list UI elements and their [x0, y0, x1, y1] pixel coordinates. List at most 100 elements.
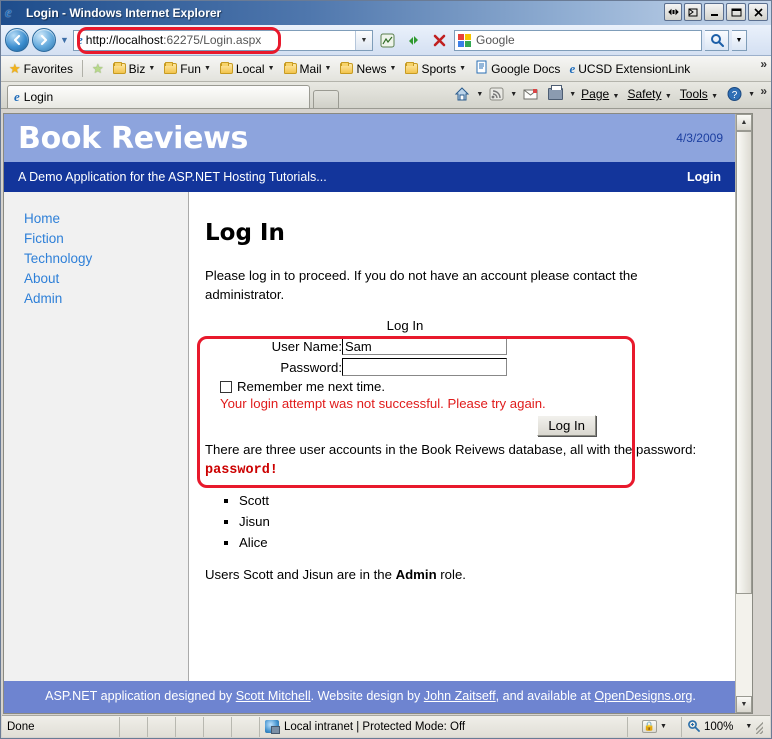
scroll-down-icon[interactable]: ▼ [736, 696, 752, 713]
ie-icon: e [14, 89, 20, 104]
print-dropdown-icon[interactable]: ▼ [569, 91, 576, 98]
ie-icon: e [569, 60, 576, 76]
footer-link-scott-mitchell[interactable]: Scott Mitchell [236, 689, 311, 703]
favorite-item-local[interactable]: Local ▼ [216, 60, 279, 78]
scrollbar-track[interactable] [736, 131, 752, 696]
forward-button[interactable] [32, 28, 56, 52]
username-row: User Name: [208, 337, 602, 355]
favorite-item-mail[interactable]: Mail ▼ [280, 60, 336, 78]
chevron-down-icon: ▼ [324, 65, 332, 72]
favorites-button[interactable]: ★ Favorites [5, 60, 77, 78]
tab-login[interactable]: e Login [7, 85, 310, 108]
page-favicon: e [77, 32, 83, 47]
mail-icon[interactable] [519, 83, 542, 105]
compatibility-view-icon[interactable] [376, 29, 399, 51]
safety-menu-button[interactable]: Safety ▼ [624, 86, 674, 102]
help-icon[interactable]: ? [723, 83, 746, 105]
feeds-icon[interactable] [485, 83, 508, 105]
favorite-item-ucsd-extensionlink[interactable]: e UCSD ExtensionLink [565, 59, 694, 79]
login-form-legend: Log In [386, 318, 424, 333]
address-dropdown-icon[interactable]: ▼ [355, 30, 372, 50]
address-bar: ▼ e http://localhost:62275/Login.aspx ▼ … [1, 25, 771, 56]
footer-link-john-zaitseff[interactable]: John Zaitseff [424, 689, 496, 703]
username-input[interactable] [342, 337, 507, 355]
close-button[interactable] [748, 3, 768, 21]
password-input[interactable] [342, 358, 507, 376]
tools-menu-button[interactable]: Tools ▼ [677, 86, 721, 102]
search-provider-dropdown-icon[interactable]: ▼ [732, 29, 747, 51]
search-input[interactable]: Google [454, 29, 702, 51]
back-button[interactable] [5, 28, 29, 52]
home-dropdown-icon[interactable]: ▼ [476, 91, 483, 98]
status-slot-4 [204, 716, 232, 737]
restore-down-icon[interactable] [664, 3, 682, 21]
protected-mode-indicator[interactable]: 🔒 ▼ [628, 716, 682, 737]
zoom-dropdown-icon[interactable]: ▼ [745, 723, 752, 730]
favorite-item-news[interactable]: News ▼ [336, 60, 400, 78]
scroll-up-icon[interactable]: ▲ [736, 114, 752, 131]
zoom-control[interactable]: 100% ▼ [682, 717, 770, 737]
search-placeholder: Google [476, 33, 515, 47]
gdocs-icon [475, 60, 488, 77]
window-controls [664, 3, 768, 21]
new-tab-button[interactable] [313, 90, 339, 108]
sidebar-item-admin[interactable]: Admin [24, 289, 188, 309]
login-error-message: Your login attempt was not successful. P… [220, 396, 546, 411]
toolbar-divider [82, 60, 84, 77]
footer-link-opendesigns[interactable]: OpenDesigns.org [594, 689, 692, 703]
sidebar-item-home[interactable]: Home [24, 209, 188, 229]
site-navbar: A Demo Application for the ASP.NET Hosti… [4, 162, 735, 192]
demo-password: password! [205, 463, 278, 478]
tab-label: Login [23, 90, 54, 104]
favorite-label: News [356, 61, 387, 76]
print-icon[interactable] [544, 83, 567, 105]
header-login-link[interactable]: Login [687, 170, 721, 184]
add-to-favorites-bar-button[interactable]: ★ [88, 60, 108, 77]
page-scrollbar[interactable]: ▲ ▼ [735, 114, 752, 713]
sidebar-item-about[interactable]: About [24, 269, 188, 289]
password-label: Password: [280, 359, 342, 375]
sidebar-item-fiction[interactable]: Fiction [24, 229, 188, 249]
minimize-button[interactable] [704, 3, 724, 21]
login-form: Log In User Name: Password: Remember me … [208, 318, 602, 436]
favorite-label: Fun [180, 61, 201, 76]
address-input[interactable]: e http://localhost:62275/Login.aspx ▼ [73, 29, 373, 51]
history-dropdown-icon[interactable]: ▼ [59, 35, 70, 45]
help-dropdown-icon[interactable]: ▼ [748, 91, 755, 98]
favorite-item-sports[interactable]: Sports ▼ [401, 60, 470, 78]
command-bar-overflow-icon[interactable]: » [760, 84, 767, 98]
refresh-icon[interactable] [402, 29, 425, 51]
full-screen-icon[interactable] [684, 3, 702, 21]
roles-text-after: role. [436, 567, 466, 582]
stop-icon[interactable] [428, 29, 451, 51]
lock-icon: 🔒 [642, 720, 658, 733]
login-submit-button[interactable]: Log In [537, 415, 596, 436]
security-zone[interactable]: Local intranet | Protected Mode: Off [260, 716, 628, 737]
sidebar: Home Fiction Technology About Admin [4, 192, 189, 681]
svg-text:?: ? [732, 90, 738, 101]
page-menu-button[interactable]: Page ▼ [578, 86, 622, 102]
add-star-icon: ★ [92, 61, 104, 76]
scrollbar-thumb[interactable] [736, 131, 752, 595]
roles-role-name: Admin [395, 567, 437, 582]
remember-me-checkbox[interactable] [220, 380, 232, 393]
resize-grip[interactable] [756, 719, 763, 734]
maximize-button[interactable] [726, 3, 746, 21]
remember-me-row[interactable]: Remember me next time. [220, 379, 602, 394]
chevron-down-icon: ▼ [148, 65, 156, 72]
content-heading: Log In [205, 220, 285, 246]
site-body: Home Fiction Technology About Admin Log … [4, 192, 735, 681]
favorite-item-google-docs[interactable]: Google Docs [471, 58, 564, 79]
home-icon[interactable] [451, 83, 474, 105]
chevron-down-icon[interactable]: ▼ [660, 723, 667, 730]
footer-text-1: ASP.NET application designed by [45, 689, 236, 703]
sidebar-item-technology[interactable]: Technology [24, 249, 188, 269]
chevron-down-icon: ▼ [389, 65, 397, 72]
favorites-overflow-icon[interactable]: » [760, 57, 767, 71]
favorite-item-biz[interactable]: Biz ▼ [109, 60, 160, 78]
favorite-item-fun[interactable]: Fun ▼ [160, 60, 215, 78]
feeds-dropdown-icon[interactable]: ▼ [510, 91, 517, 98]
search-go-button[interactable] [705, 29, 729, 51]
favorites-label: Favorites [23, 61, 74, 76]
status-slot-1 [120, 716, 148, 737]
